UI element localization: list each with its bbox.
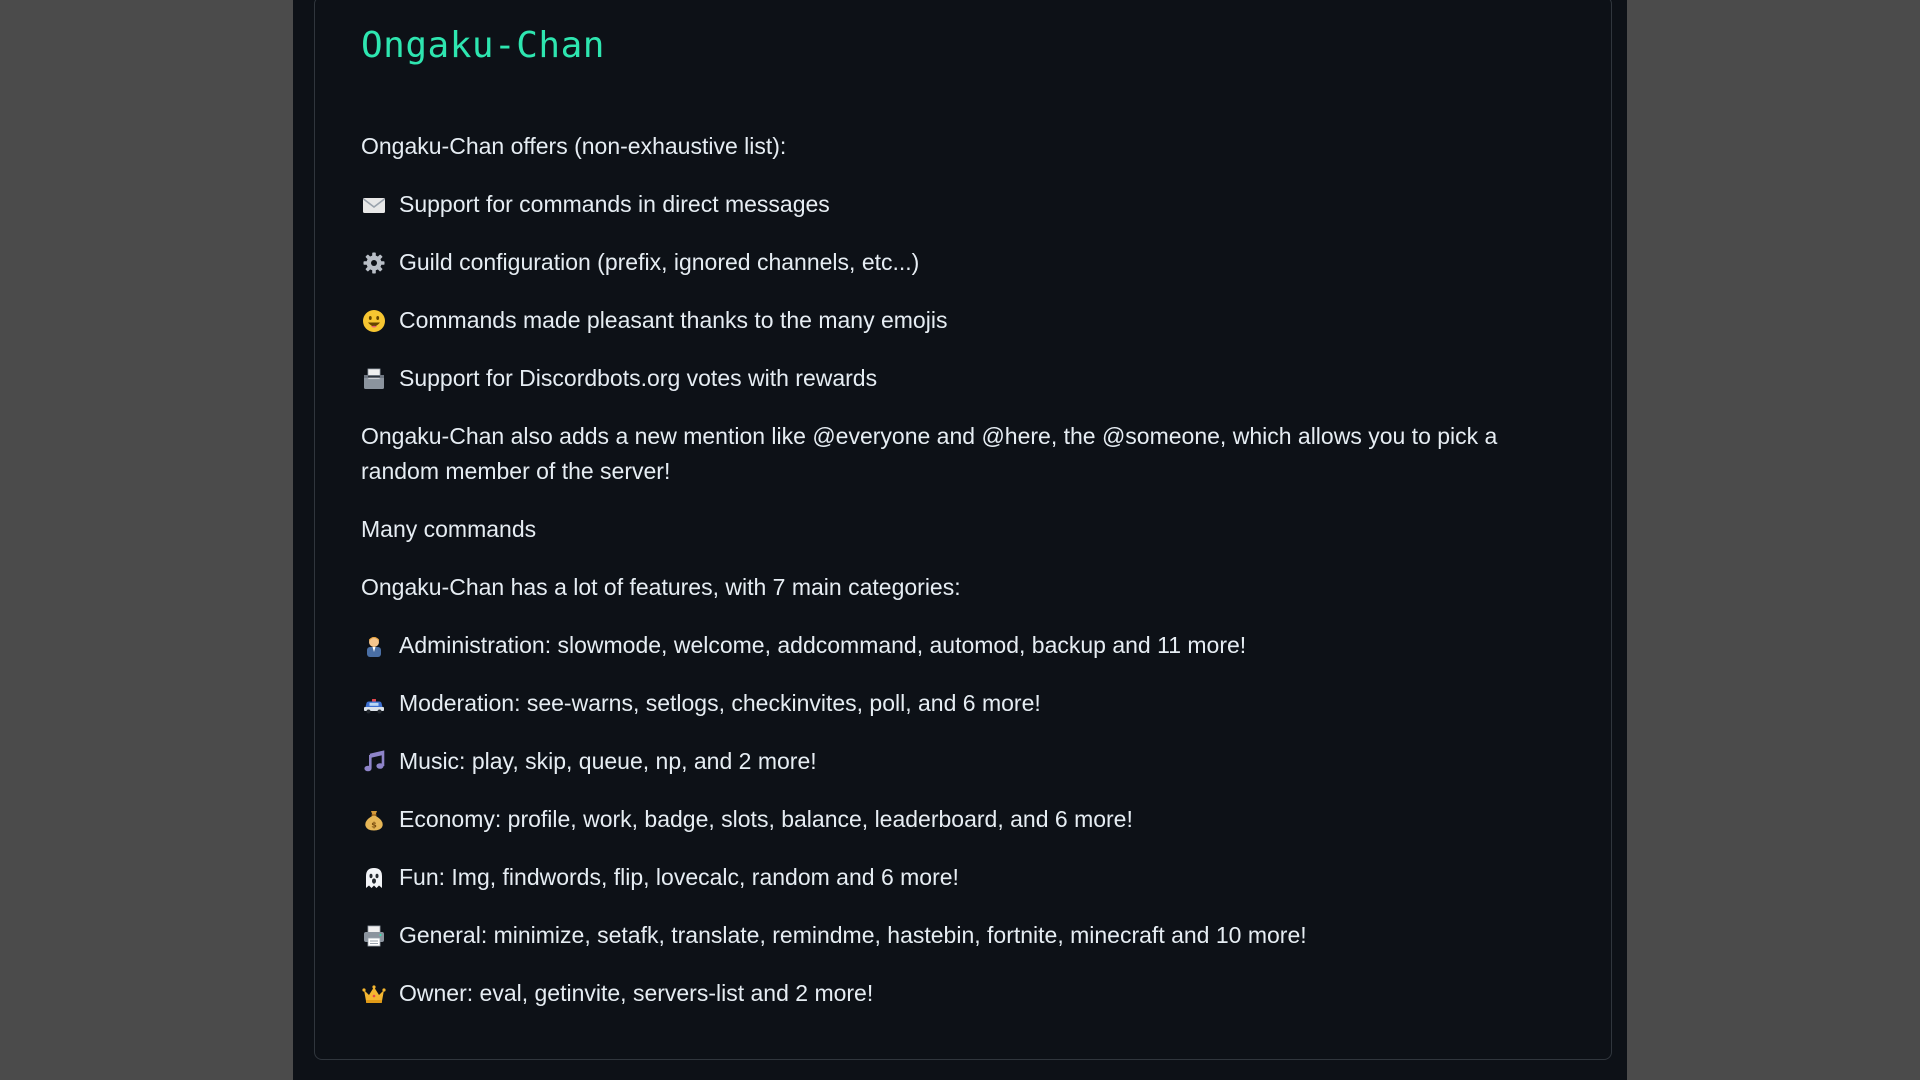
list-item: Owner: eval, getinvite, servers-list and… <box>361 976 1521 1011</box>
category-label: Fun: Img, findwords, flip, lovecalc, ran… <box>399 864 959 890</box>
list-item: Moderation: see-warns, setlogs, checkinv… <box>361 686 1521 721</box>
section-heading-many-commands: Many commands <box>361 516 537 542</box>
printer-icon <box>361 923 387 949</box>
offer-label: Guild configuration (prefix, ignored cha… <box>399 249 920 275</box>
list-item: Administration: slowmode, welcome, addco… <box>361 628 1521 663</box>
svg-text:$: $ <box>371 820 377 829</box>
offer-label: Support for commands in direct messages <box>399 191 830 217</box>
category-label: Administration: slowmode, welcome, addco… <box>399 632 1247 658</box>
page-column: Ongaku-Chan Ongaku-Chan offers (non-exha… <box>293 0 1627 1080</box>
features-intro: Ongaku-Chan has a lot of features, with … <box>361 574 961 600</box>
list-item: $ Economy: profile, work, badge, slots, … <box>361 802 1521 837</box>
category-label: Economy: profile, work, badge, slots, ba… <box>399 806 1133 832</box>
list-item: Fun: Img, findwords, flip, lovecalc, ran… <box>361 860 1521 895</box>
page-title: Ongaku-Chan <box>361 25 605 66</box>
offer-label: Commands made pleasant thanks to the man… <box>399 307 948 333</box>
envelope-icon <box>361 192 387 218</box>
gear-icon <box>361 250 387 276</box>
readme-card: Ongaku-Chan Ongaku-Chan offers (non-exha… <box>314 0 1612 1060</box>
category-label: General: minimize, setafk, translate, re… <box>399 922 1307 948</box>
category-label: Owner: eval, getinvite, servers-list and… <box>399 980 874 1006</box>
money-bag-icon: $ <box>361 807 387 833</box>
police-car-icon <box>361 691 387 717</box>
category-label: Moderation: see-warns, setlogs, checkinv… <box>399 690 1041 716</box>
music-note-icon <box>361 749 387 775</box>
smiley-face-icon <box>361 308 387 334</box>
crown-icon <box>361 981 387 1007</box>
readme-body: Ongaku-Chan offers (non-exhaustive list)… <box>361 129 1521 1034</box>
category-label: Music: play, skip, queue, np, and 2 more… <box>399 748 817 774</box>
offer-label: Support for Discordbots.org votes with r… <box>399 365 878 391</box>
mention-description: Ongaku-Chan also adds a new mention like… <box>361 423 1498 484</box>
list-item: Music: play, skip, queue, np, and 2 more… <box>361 744 1521 779</box>
person-icon <box>361 633 387 659</box>
list-item: General: minimize, setafk, translate, re… <box>361 918 1521 953</box>
intro-text: Ongaku-Chan offers (non-exhaustive list)… <box>361 133 787 159</box>
list-item: Guild configuration (prefix, ignored cha… <box>361 245 1521 280</box>
list-item: Support for commands in direct messages <box>361 187 1521 222</box>
ballot-box-icon <box>361 366 387 392</box>
list-item: Commands made pleasant thanks to the man… <box>361 303 1521 338</box>
ghost-icon <box>361 865 387 891</box>
list-item: Support for Discordbots.org votes with r… <box>361 361 1521 396</box>
